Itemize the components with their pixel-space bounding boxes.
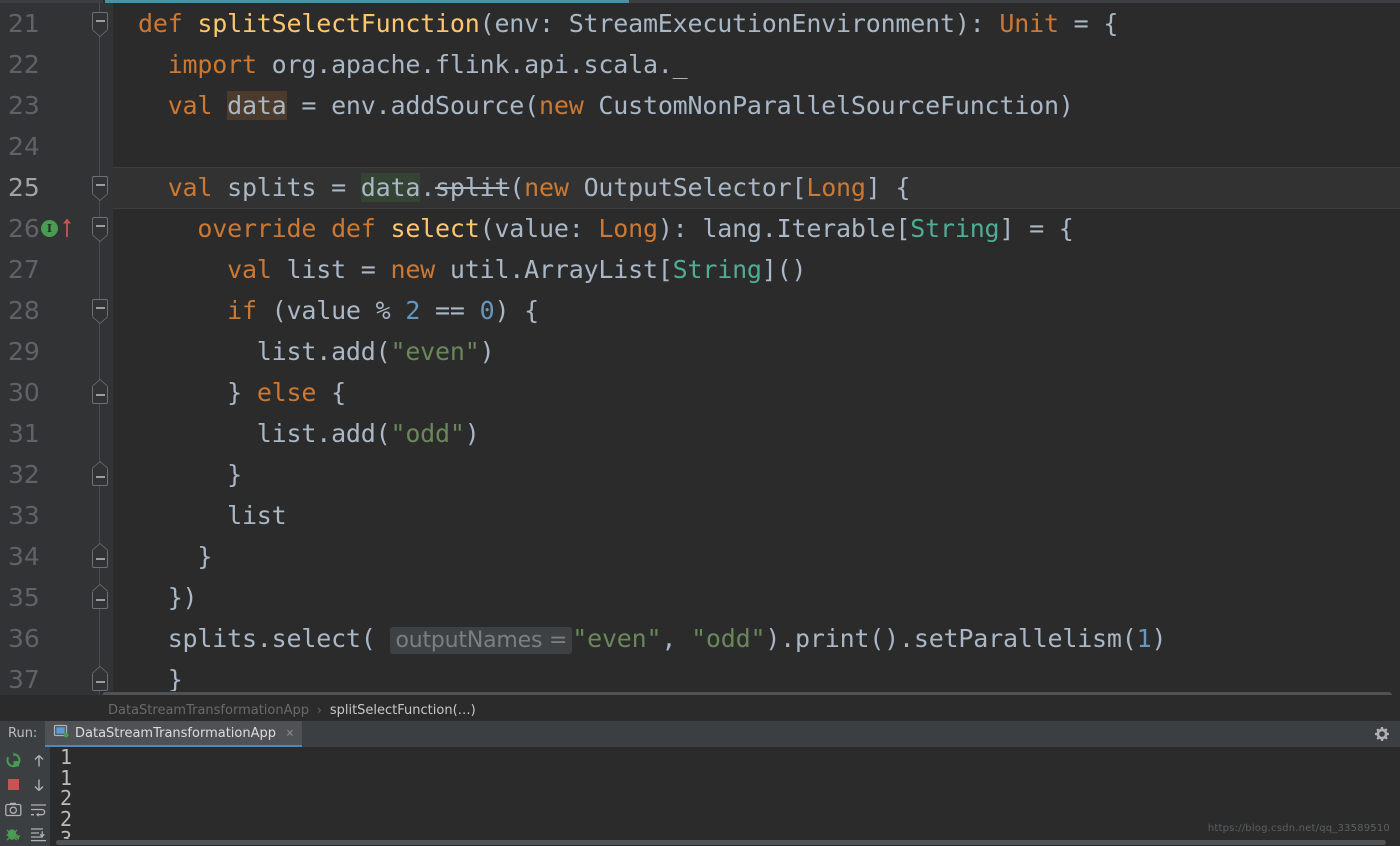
fold-minus-icon [96, 184, 105, 186]
breadcrumb-item-class[interactable]: DataStreamTransformationApp [108, 703, 309, 718]
code-line-37[interactable]: } [113, 659, 1400, 695]
editor-horizontal-scrollbar[interactable] [100, 691, 1398, 695]
up-stacktrace-button[interactable] [26, 748, 51, 773]
close-icon[interactable]: × [286, 726, 294, 741]
code-line-36[interactable]: splits.select( outputNames = "even", "odd… [113, 618, 1400, 659]
console-horizontal-scrollbar[interactable] [50, 839, 1400, 846]
implementation-marker-icon[interactable]: I [41, 220, 58, 237]
soft-wrap-button[interactable] [26, 797, 51, 822]
fold-minus-icon [96, 476, 105, 478]
current-line-bottom-border [113, 208, 1400, 209]
run-tab[interactable]: DataStreamTransformationApp × [45, 721, 302, 747]
fold-minus-icon [96, 558, 105, 560]
down-stacktrace-button[interactable] [26, 772, 51, 797]
code-line-24[interactable] [113, 126, 1400, 167]
code-line-30[interactable]: } else { [113, 372, 1400, 413]
breadcrumb-item-method[interactable]: splitSelectFunction(…) [330, 703, 476, 718]
print-button[interactable] [1, 797, 26, 822]
debug-button[interactable] [1, 822, 26, 846]
code-line-31[interactable]: list.add("odd") [113, 413, 1400, 454]
code-line-23[interactable]: val data = env.addSource(new CustomNonPa… [113, 85, 1400, 126]
fold-toggle-34[interactable] [92, 550, 108, 568]
run-config-icon [53, 723, 69, 743]
fold-toggle-21[interactable] [92, 12, 108, 30]
fold-minus-icon [96, 225, 105, 227]
code-area[interactable]: def splitSelectFunction(env: StreamExecu… [113, 3, 1400, 695]
scroll-to-end-button[interactable] [26, 822, 51, 846]
code-line-32[interactable]: } [113, 454, 1400, 495]
editor-gutter[interactable]: 21 22 23 24 25 26 27 28 29 30 31 32 33 34 35 36 37 I [0, 3, 113, 695]
line-number-33[interactable]: 33 [0, 495, 113, 536]
ide-window: 21 22 23 24 25 26 27 28 29 30 31 32 33 34 35 36 37 I def… [0, 0, 1400, 846]
fold-toggle-28[interactable] [92, 299, 108, 317]
line-number-22[interactable]: 22 [0, 44, 113, 85]
code-line-21[interactable]: def splitSelectFunction(env: StreamExecu… [113, 3, 1400, 44]
line-number-23[interactable]: 23 [0, 85, 113, 126]
code-line-26[interactable]: override def select(value: Long): lang.I… [113, 208, 1400, 249]
console-output: 1 1 2 2 3 3 [60, 747, 73, 846]
line-number-31[interactable]: 31 [0, 413, 113, 454]
code-line-28[interactable]: if (value % 2 == 0) { [113, 290, 1400, 331]
code-line-29[interactable]: list.add("even") [113, 331, 1400, 372]
fold-toggle-26[interactable] [92, 217, 108, 235]
code-line-33[interactable]: list [113, 495, 1400, 536]
parameter-hint: outputNames = [390, 627, 573, 654]
console-hscroll-thumb[interactable] [56, 840, 1386, 845]
gear-icon[interactable] [1374, 726, 1390, 742]
fold-minus-icon [96, 307, 105, 309]
stop-button[interactable] [1, 772, 26, 797]
fold-minus-icon [96, 394, 105, 396]
fold-minus-icon [96, 599, 105, 601]
line-number-36[interactable]: 36 [0, 618, 113, 659]
line-number-27[interactable]: 27 [0, 249, 113, 290]
fold-toggle-25[interactable] [92, 176, 108, 194]
fold-minus-icon [96, 681, 105, 683]
line-number-29[interactable]: 29 [0, 331, 113, 372]
fold-toggle-35[interactable] [92, 591, 108, 609]
run-tab-bar: Run: DataStreamTransformationApp × [0, 721, 1400, 747]
fold-toggle-32[interactable] [92, 468, 108, 486]
console-output-area[interactable]: 1 1 2 2 3 3 [50, 747, 1400, 846]
rerun-button[interactable] [1, 748, 26, 773]
fold-minus-icon [96, 20, 105, 22]
run-tool-window: Run: DataStreamTransformationApp × 1 1 2… [0, 721, 1400, 846]
current-line-top-border [113, 167, 1400, 168]
breadcrumb-separator: › [317, 703, 322, 717]
run-panel-label: Run: [8, 726, 38, 741]
code-editor[interactable]: 21 22 23 24 25 26 27 28 29 30 31 32 33 34 35 36 37 I def… [0, 3, 1400, 695]
fold-toggle-37[interactable] [92, 673, 108, 691]
code-line-35[interactable]: }) [113, 577, 1400, 618]
fold-toggle-30[interactable] [92, 386, 108, 404]
code-line-27[interactable]: val list = new util.ArrayList[String]() [113, 249, 1400, 290]
code-line-25[interactable]: val splits = data.split(new OutputSelect… [113, 167, 1400, 208]
run-tab-title: DataStreamTransformationApp [75, 725, 277, 741]
code-line-34[interactable]: } [113, 536, 1400, 577]
override-arrow-icon[interactable] [62, 218, 72, 238]
editor-hscroll-thumb[interactable] [102, 692, 1392, 695]
watermark: https://blog.csdn.net/qq_33589510 [1207, 823, 1390, 834]
run-toolbar[interactable]: » [0, 747, 50, 846]
line-number-24[interactable]: 24 [0, 126, 113, 167]
code-line-22[interactable]: import org.apache.flink.api.scala._ [113, 44, 1400, 85]
breadcrumb[interactable]: DataStreamTransformationApp › splitSelec… [0, 699, 1400, 721]
